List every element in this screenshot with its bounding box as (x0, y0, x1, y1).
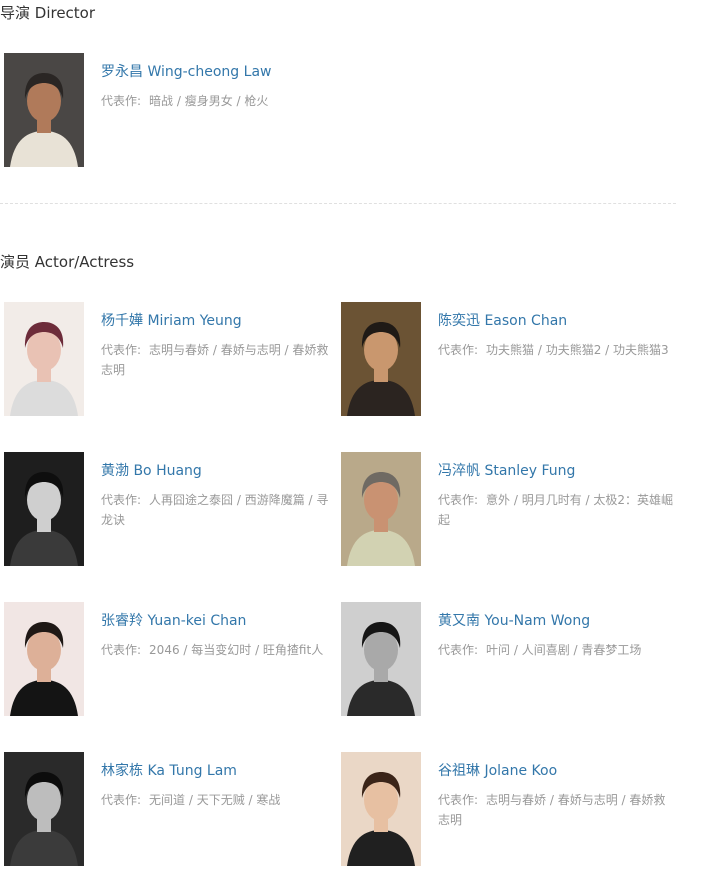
actor-works: 代表作: 人再囧途之泰囧 / 西游降魔篇 / 寻龙诀 (101, 490, 337, 530)
works-label: 代表作: (438, 643, 479, 657)
works-label: 代表作: (438, 793, 479, 807)
portrait-icon (341, 302, 421, 416)
actor-name-link[interactable]: 张睿羚 Yuan-kei Chan (101, 610, 246, 630)
actor-photo[interactable] (341, 602, 421, 716)
actor-name-link[interactable]: 陈奕迅 Eason Chan (438, 310, 567, 330)
actor-name-link[interactable]: 黄渤 Bo Huang (101, 460, 202, 480)
works-list: 叶问 / 人间喜剧 / 青春梦工场 (486, 643, 642, 657)
portrait-icon (341, 452, 421, 566)
actor-photo[interactable] (4, 302, 84, 416)
actor-photo[interactable] (4, 752, 84, 866)
actor-photo[interactable] (341, 752, 421, 866)
actor-card: 黄渤 Bo Huang 代表作: 人再囧途之泰囧 / 西游降魔篇 / 寻龙诀 (0, 452, 336, 566)
actor-card: 陈奕迅 Eason Chan 代表作: 功夫熊猫 / 功夫熊猫2 / 功夫熊猫3 (337, 302, 673, 416)
actor-card: 冯淬帆 Stanley Fung 代表作: 意外 / 明月几时有 / 太极2：英雄… (337, 452, 673, 566)
works-label: 代表作: (438, 343, 479, 357)
actor-photo[interactable] (341, 452, 421, 566)
portrait-icon (4, 752, 84, 866)
director-works: 代表作: 暗战 / 瘦身男女 / 枪火 (101, 91, 337, 111)
actor-works: 代表作: 志明与春娇 / 春娇与志明 / 春娇救志明 (438, 790, 674, 830)
actor-card: 杨千嬅 Miriam Yeung 代表作: 志明与春娇 / 春娇与志明 / 春娇救… (0, 302, 336, 416)
works-list: 暗战 / 瘦身男女 / 枪火 (149, 94, 269, 108)
actor-name-link[interactable]: 杨千嬅 Miriam Yeung (101, 310, 242, 330)
actor-works: 代表作: 功夫熊猫 / 功夫熊猫2 / 功夫熊猫3 (438, 340, 674, 360)
portrait-icon (4, 53, 84, 167)
director-card: 罗永昌 Wing-cheong Law 代表作: 暗战 / 瘦身男女 / 枪火 (0, 53, 336, 167)
works-label: 代表作: (101, 793, 142, 807)
actor-photo[interactable] (4, 452, 84, 566)
portrait-icon (4, 602, 84, 716)
portrait-icon (341, 602, 421, 716)
director-photo[interactable] (4, 53, 84, 167)
works-list: 功夫熊猫 / 功夫熊猫2 / 功夫熊猫3 (486, 343, 669, 357)
actor-works: 代表作: 叶问 / 人间喜剧 / 青春梦工场 (438, 640, 674, 660)
actor-card: 张睿羚 Yuan-kei Chan 代表作: 2046 / 每当变幻时 / 旺角揸… (0, 602, 336, 716)
actor-card: 谷祖琳 Jolane Koo 代表作: 志明与春娇 / 春娇与志明 / 春娇救志明 (337, 752, 673, 866)
actor-card: 黄又南 You-Nam Wong 代表作: 叶问 / 人间喜剧 / 青春梦工场 (337, 602, 673, 716)
actor-section-title: 演员 Actor/Actress (0, 253, 135, 271)
actor-works: 代表作: 志明与春娇 / 春娇与志明 / 春娇救志明 (101, 340, 337, 380)
actor-card: 林家栋 Ka Tung Lam 代表作: 无间道 / 天下无贼 / 寒战 (0, 752, 336, 866)
actor-works: 代表作: 无间道 / 天下无贼 / 寒战 (101, 790, 337, 810)
director-name-link[interactable]: 罗永昌 Wing-cheong Law (101, 61, 271, 81)
works-label: 代表作: (101, 493, 142, 507)
portrait-icon (341, 752, 421, 866)
actor-name-link[interactable]: 冯淬帆 Stanley Fung (438, 460, 575, 480)
actor-name-link[interactable]: 谷祖琳 Jolane Koo (438, 760, 557, 780)
works-label: 代表作: (438, 493, 479, 507)
actor-works: 代表作: 意外 / 明月几时有 / 太极2：英雄崛起 (438, 490, 674, 530)
actor-photo[interactable] (341, 302, 421, 416)
portrait-icon (4, 302, 84, 416)
portrait-icon (4, 452, 84, 566)
works-label: 代表作: (101, 343, 142, 357)
works-label: 代表作: (101, 643, 142, 657)
works-list: 2046 / 每当变幻时 / 旺角揸fit人 (149, 643, 324, 657)
actor-name-link[interactable]: 黄又南 You-Nam Wong (438, 610, 590, 630)
actor-works: 代表作: 2046 / 每当变幻时 / 旺角揸fit人 (101, 640, 337, 660)
section-divider (0, 203, 676, 204)
actor-photo[interactable] (4, 602, 84, 716)
director-section-title: 导演 Director (0, 4, 96, 22)
works-label: 代表作: (101, 94, 142, 108)
actor-name-link[interactable]: 林家栋 Ka Tung Lam (101, 760, 237, 780)
works-list: 无间道 / 天下无贼 / 寒战 (149, 793, 281, 807)
